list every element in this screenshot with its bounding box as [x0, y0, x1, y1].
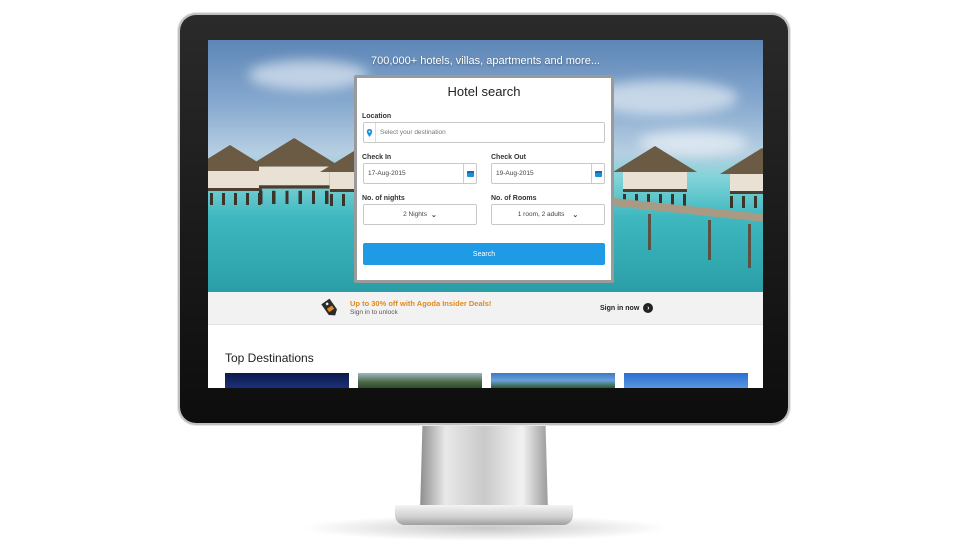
nights-value: 2 Nights	[403, 211, 427, 218]
location-input[interactable]: Select your destination	[363, 122, 605, 143]
destination-card-image[interactable]	[624, 373, 748, 388]
destination-card-image[interactable]	[358, 373, 482, 388]
sign-in-label: Sign in now	[600, 304, 640, 312]
insider-deals-banner: Up to 30% off with Agoda Insider Deals! …	[208, 292, 763, 325]
location-placeholder: Select your destination	[380, 129, 446, 136]
monitor-stand-neck	[420, 421, 548, 513]
check-out-field[interactable]: 19-Aug-2015	[491, 163, 605, 184]
sign-in-now-link[interactable]: Sign in now ›	[600, 303, 654, 313]
destination-card-image[interactable]	[491, 373, 615, 388]
check-out-label: Check Out	[491, 154, 527, 161]
rooms-label: No. of Rooms	[491, 195, 537, 202]
desktop-monitor-mockup: 700,000+ hotels, villas, apartments and …	[0, 0, 965, 544]
calendar-icon[interactable]	[463, 164, 476, 183]
arrow-right-icon: ›	[643, 303, 654, 313]
rooms-value: 1 room, 2 adults	[517, 211, 565, 218]
map-pin-icon	[364, 123, 376, 142]
check-in-value: 17-Aug-2015	[368, 170, 406, 177]
hotel-search-card: Hotel search Location Select your destin…	[354, 75, 614, 283]
card-title: Hotel search	[447, 84, 521, 99]
hero-banner: 700,000+ hotels, villas, apartments and …	[208, 40, 763, 292]
hero-tagline: 700,000+ hotels, villas, apartments and …	[371, 55, 600, 67]
chevron-down-icon: ⌄	[572, 211, 579, 219]
destination-card-image[interactable]	[225, 373, 349, 388]
nights-select[interactable]: 2 Nights ⌄	[363, 204, 477, 225]
rooms-select[interactable]: 1 room, 2 adults ⌄	[491, 204, 605, 225]
check-in-field[interactable]: 17-Aug-2015	[363, 163, 477, 184]
promo-title: Up to 30% off with Agoda Insider Deals!	[350, 299, 492, 308]
check-out-value: 19-Aug-2015	[496, 170, 534, 177]
nights-label: No. of nights	[362, 195, 405, 202]
check-in-label: Check In	[362, 154, 392, 161]
promo-subtitle: Sign in to unlock	[350, 309, 398, 316]
price-tag-icon	[321, 298, 337, 316]
location-label: Location	[362, 113, 392, 120]
monitor-screen: 700,000+ hotels, villas, apartments and …	[208, 40, 763, 388]
top-destinations-title: Top Destinations	[225, 351, 314, 365]
chevron-down-icon: ⌄	[430, 211, 437, 219]
calendar-icon[interactable]	[591, 164, 604, 183]
monitor-stand-base	[395, 505, 573, 525]
search-button[interactable]: Search	[363, 243, 605, 265]
